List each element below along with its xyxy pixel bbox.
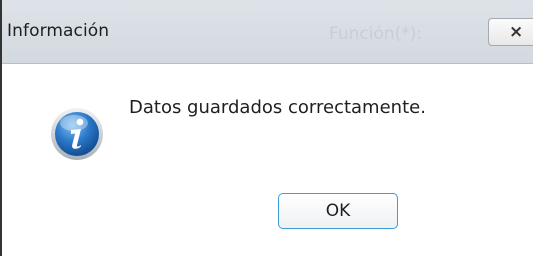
dialog-message: Datos guardados correctamente. (129, 97, 426, 118)
background-field-label: Función(*): (329, 24, 423, 44)
info-dialog: Información Función(*): × Datos guardado… (0, 0, 533, 256)
info-icon (51, 108, 103, 160)
dialog-title: Información (7, 21, 110, 41)
ok-button[interactable]: OK (278, 193, 398, 229)
close-icon: × (509, 22, 524, 42)
close-button[interactable]: × (488, 18, 533, 46)
dialog-title-bar[interactable]: Información Función(*): × (2, 0, 533, 64)
